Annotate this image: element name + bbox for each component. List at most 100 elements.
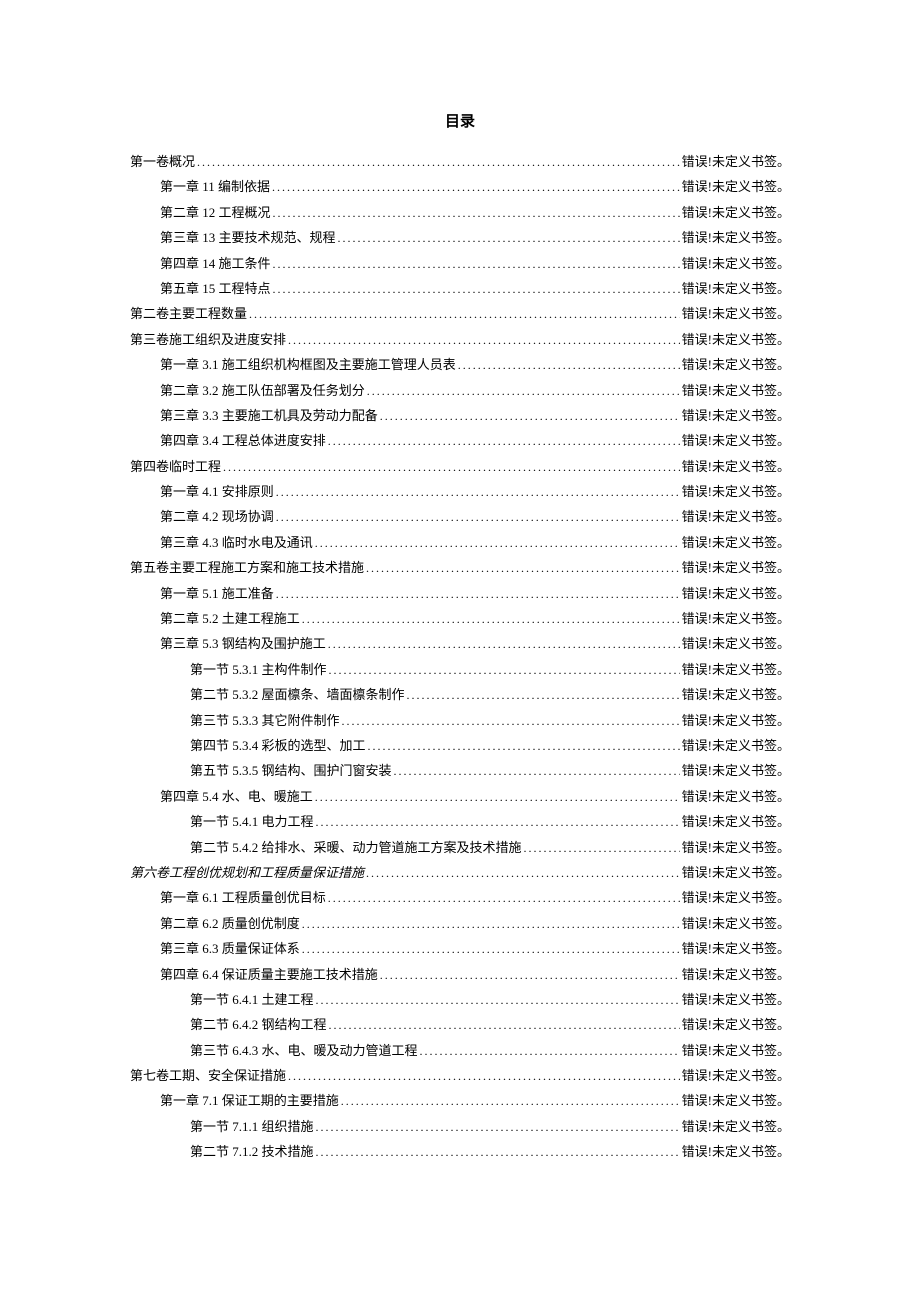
toc-entry-text: 第二章 12 工程概况 bbox=[160, 200, 271, 225]
toc-entry-text: 第三章 13 主要技术规范、规程 bbox=[160, 225, 336, 250]
toc-page-ref: 错误!未定义书签。 bbox=[682, 403, 790, 428]
toc-entry: 第三章 3.3 主要施工机具及劳动力配备 错误!未定义书签。 bbox=[130, 403, 790, 428]
toc-entry-text: 第四章 14 施工条件 bbox=[160, 251, 271, 276]
toc-page-ref: 错误!未定义书签。 bbox=[682, 327, 790, 352]
toc-entry: 第一节 5.3.1 主构件制作错误!未定义书签。 bbox=[130, 657, 790, 682]
toc-entry: 第一章 6.1 工程质量创优目标错误!未定义书签。 bbox=[130, 885, 790, 910]
toc-entry: 第一节 5.4.1 电力工程错误!未定义书签。 bbox=[130, 809, 790, 834]
toc-dot-leader bbox=[288, 1065, 680, 1088]
toc-dot-leader bbox=[288, 329, 680, 352]
toc-dot-leader bbox=[366, 862, 680, 885]
toc-entry: 第二节 5.4.2 给排水、采暖、动力管道施工方案及技术措施错误!未定义书签。 bbox=[130, 835, 790, 860]
toc-entry: 第一章 3.1 施工组织机构框图及主要施工管理人员表 错误!未定义书签。 bbox=[130, 352, 790, 377]
toc-entry: 第一章 5.1 施工准备错误!未定义书签。 bbox=[130, 581, 790, 606]
toc-dot-leader bbox=[276, 481, 680, 504]
toc-page-ref: 错误!未定义书签。 bbox=[682, 911, 790, 936]
toc-dot-leader bbox=[338, 227, 680, 250]
toc-page-ref: 错误!未定义书签。 bbox=[682, 1063, 790, 1088]
toc-entry-text: 第一节 5.4.1 电力工程 bbox=[190, 809, 314, 834]
toc-entry: 第二节 5.3.2 屋面檩条、墙面檩条制作错误!未定义书签。 bbox=[130, 682, 790, 707]
toc-page-ref: 错误!未定义书签。 bbox=[682, 174, 790, 199]
toc-entry: 第三章 6.3 质量保证体系 错误!未定义书签。 bbox=[130, 936, 790, 961]
toc-dot-leader bbox=[249, 303, 680, 326]
toc-entry: 第二卷主要工程数量错误!未定义书签。 bbox=[130, 301, 790, 326]
toc-page-ref: 错误!未定义书签。 bbox=[682, 555, 790, 580]
toc-entry-text: 第五卷主要工程施工方案和施工技术措施 bbox=[130, 555, 364, 580]
toc-entry: 第四章 3.4 工程总体进度安排错误!未定义书签。 bbox=[130, 428, 790, 453]
toc-page-ref: 错误!未定义书签。 bbox=[682, 657, 790, 682]
toc-entry: 第一章 7.1 保证工期的主要措施 错误!未定义书签。 bbox=[130, 1088, 790, 1113]
toc-dot-leader bbox=[366, 557, 680, 580]
toc-entry: 第一节 7.1.1 组织措施错误!未定义书签。 bbox=[130, 1114, 790, 1139]
toc-entry: 第四章 14 施工条件错误!未定义书签。 bbox=[130, 251, 790, 276]
toc-page-ref: 错误!未定义书签。 bbox=[682, 885, 790, 910]
toc-page-ref: 错误!未定义书签。 bbox=[682, 530, 790, 555]
toc-entry: 第二节 6.4.2 钢结构工程错误!未定义书签。 bbox=[130, 1012, 790, 1037]
toc-page-ref: 错误!未定义书签。 bbox=[682, 987, 790, 1012]
toc-dot-leader bbox=[315, 532, 680, 555]
toc-page-ref: 错误!未定义书签。 bbox=[682, 454, 790, 479]
toc-entry-text: 第二节 6.4.2 钢结构工程 bbox=[190, 1012, 327, 1037]
toc-entry-text: 第二章 5.2 土建工程施工 bbox=[160, 606, 300, 631]
toc-page-ref: 错误!未定义书签。 bbox=[682, 682, 790, 707]
toc-dot-leader bbox=[302, 608, 680, 631]
toc-entry-text: 第四卷临时工程 bbox=[130, 454, 221, 479]
toc-entry-text: 第六卷工程创优规划和工程质量保证措施 bbox=[130, 860, 364, 885]
toc-entry-text: 第三章 6.3 质量保证体系 bbox=[160, 936, 300, 961]
toc-dot-leader bbox=[420, 1040, 680, 1063]
toc-entry-text: 第四章 3.4 工程总体进度安排 bbox=[160, 428, 326, 453]
toc-entry: 第七卷工期、安全保证措施错误!未定义书签。 bbox=[130, 1063, 790, 1088]
toc-entry-text: 第三卷施工组织及进度安排 bbox=[130, 327, 286, 352]
toc-page-ref: 错误!未定义书签。 bbox=[682, 200, 790, 225]
toc-dot-leader bbox=[316, 811, 680, 834]
toc-entry: 第二节 7.1.2 技术措施错误!未定义书签。 bbox=[130, 1139, 790, 1164]
toc-page-ref: 错误!未定义书签。 bbox=[682, 835, 790, 860]
toc-entry-text: 第一章 7.1 保证工期的主要措施 bbox=[160, 1088, 339, 1113]
toc-entry-text: 第一章 3.1 施工组织机构框图及主要施工管理人员表 bbox=[160, 352, 456, 377]
toc-entry-text: 第三章 4.3 临时水电及通讯 bbox=[160, 530, 313, 555]
toc-page-ref: 错误!未定义书签。 bbox=[682, 708, 790, 733]
toc-entry: 第一章 4.1 安排原则错误!未定义书签。 bbox=[130, 479, 790, 504]
toc-dot-leader bbox=[329, 1014, 680, 1037]
toc-page-ref: 错误!未定义书签。 bbox=[682, 225, 790, 250]
toc-dot-leader bbox=[316, 989, 680, 1012]
toc-dot-leader bbox=[316, 1141, 680, 1164]
toc-entry: 第三章 5.3 钢结构及围护施工错误!未定义书签。 bbox=[130, 631, 790, 656]
toc-dot-leader bbox=[458, 354, 680, 377]
toc-dot-leader bbox=[316, 1116, 680, 1139]
toc-entry: 第六卷工程创优规划和工程质量保证措施错误!未定义书签。 bbox=[130, 860, 790, 885]
toc-entry: 第五卷主要工程施工方案和施工技术措施 错误!未定义书签。 bbox=[130, 555, 790, 580]
toc-dot-leader bbox=[524, 837, 680, 860]
toc-entry-text: 第三章 3.3 主要施工机具及劳动力配备 bbox=[160, 403, 378, 428]
toc-entry-text: 第二章 3.2 施工队伍部署及任务划分 bbox=[160, 378, 365, 403]
toc-list: 第一卷概况错误!未定义书签。第一章 11 编制依据错误!未定义书签。第二章 12… bbox=[130, 149, 790, 1165]
toc-page-ref: 错误!未定义书签。 bbox=[682, 1038, 790, 1063]
toc-page-ref: 错误!未定义书签。 bbox=[682, 758, 790, 783]
toc-entry: 第四卷临时工程 错误!未定义书签。 bbox=[130, 454, 790, 479]
toc-entry: 第四章 5.4 水、电、暖施工错误!未定义书签。 bbox=[130, 784, 790, 809]
toc-page-ref: 错误!未定义书签。 bbox=[682, 581, 790, 606]
toc-page-ref: 错误!未定义书签。 bbox=[682, 1088, 790, 1113]
toc-dot-leader bbox=[273, 202, 680, 225]
toc-entry-text: 第五节 5.3.5 钢结构、围护门窗安装 bbox=[190, 758, 392, 783]
toc-page-ref: 错误!未定义书签。 bbox=[682, 606, 790, 631]
toc-page-ref: 错误!未定义书签。 bbox=[682, 936, 790, 961]
toc-entry-text: 第三节 5.3.3 其它附件制作 bbox=[190, 708, 340, 733]
toc-dot-leader bbox=[315, 786, 680, 809]
toc-dot-leader bbox=[328, 887, 680, 910]
toc-entry-text: 第一节 7.1.1 组织措施 bbox=[190, 1114, 314, 1139]
toc-dot-leader bbox=[407, 684, 680, 707]
toc-entry: 第四章 6.4 保证质量主要施工技术措施错误!未定义书签。 bbox=[130, 962, 790, 987]
toc-dot-leader bbox=[380, 405, 680, 428]
toc-page-ref: 错误!未定义书签。 bbox=[682, 149, 790, 174]
toc-entry-text: 第三节 6.4.3 水、电、暖及动力管道工程 bbox=[190, 1038, 418, 1063]
toc-page-ref: 错误!未定义书签。 bbox=[682, 352, 790, 377]
toc-entry: 第二章 4.2 现场协调错误!未定义书签。 bbox=[130, 504, 790, 529]
toc-entry: 第二章 5.2 土建工程施工 错误!未定义书签。 bbox=[130, 606, 790, 631]
toc-page-ref: 错误!未定义书签。 bbox=[682, 1139, 790, 1164]
toc-page-ref: 错误!未定义书签。 bbox=[682, 276, 790, 301]
toc-entry: 第四节 5.3.4 彩板的选型、加工错误!未定义书签。 bbox=[130, 733, 790, 758]
toc-entry-text: 第四章 6.4 保证质量主要施工技术措施 bbox=[160, 962, 378, 987]
toc-title: 目录 bbox=[130, 110, 790, 131]
toc-page-ref: 错误!未定义书签。 bbox=[682, 784, 790, 809]
